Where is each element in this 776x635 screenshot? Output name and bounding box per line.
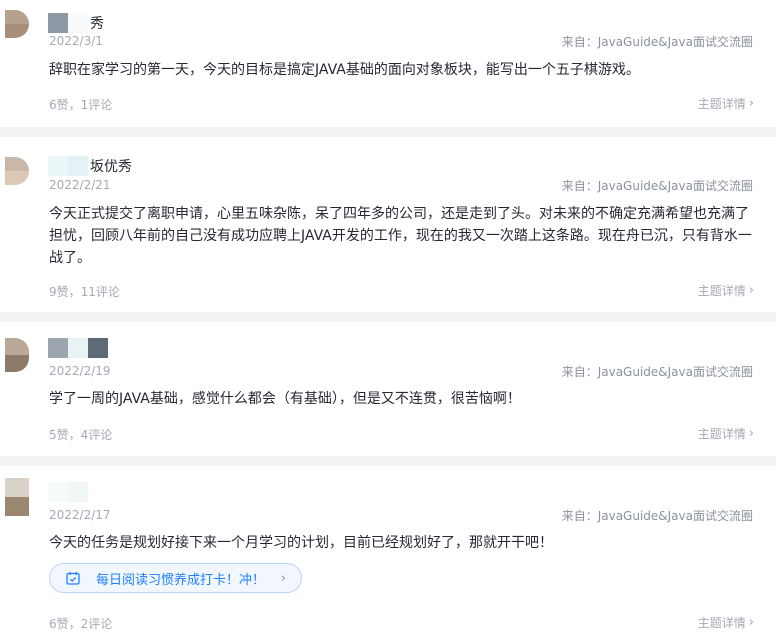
post-source[interactable]: 来自：JavaGuide&Java面试交流圈 <box>562 33 753 50</box>
post-source[interactable]: 来自：JavaGuide&Java面试交流圈 <box>562 177 753 194</box>
author-name-text: 坂优秀 <box>90 159 132 175</box>
post-content: 学了一周的JAVA基础，感觉什么都会（有基础），但是又不连贯，很苦恼啊！ <box>49 391 521 407</box>
post-date: 2022/2/19 <box>49 364 111 378</box>
topic-detail-label: 主题详情 <box>697 616 746 630</box>
topic-detail-link[interactable]: 主题详情 › <box>698 282 754 299</box>
post-content: 今天正式提交了离职申请，心里五味杂陈，呆了四年多的公司，还是走到了头。对未来的不… <box>49 206 752 266</box>
chevron-right-icon: › <box>748 426 754 441</box>
checkin-tag[interactable]: 每日阅读习惯养成打卡！冲！ › <box>49 563 302 593</box>
post-stats: 9赞，11评论 <box>49 285 120 299</box>
author-name[interactable] <box>48 482 90 502</box>
checkin-label: 每日阅读习惯养成打卡！冲！ <box>96 572 266 588</box>
post-source[interactable]: 来自：JavaGuide&Java面试交流圈 <box>562 363 753 380</box>
post-card: 2022/2/19 来自：JavaGuide&Java面试交流圈 学了一周的JA… <box>0 322 776 456</box>
chevron-right-icon: › <box>748 283 754 298</box>
post-card: 坂优秀 2022/2/21 来自：JavaGuide&Java面试交流圈 今天正… <box>0 137 776 312</box>
post-content: 辞职在家学习的第一天，今天的目标是搞定JAVA基础的面向对象板块，能写出一个五子… <box>49 62 640 78</box>
avatar[interactable] <box>5 10 29 38</box>
author-name-text: 秀 <box>90 16 104 32</box>
post-card: 2022/2/17 来自：JavaGuide&Java面试交流圈 今天的任务是规… <box>0 466 776 635</box>
post-stats: 6赞，2评论 <box>49 617 113 631</box>
post-date: 2022/2/17 <box>49 508 111 522</box>
chevron-right-icon: › <box>748 615 754 630</box>
topic-detail-link[interactable]: 主题详情 › <box>698 95 754 112</box>
avatar[interactable] <box>5 157 29 185</box>
topic-detail-label: 主题详情 <box>697 284 746 298</box>
author-name[interactable] <box>48 338 110 358</box>
post-card: 秀 2022/3/1 来自：JavaGuide&Java面试交流圈 辞职在家学习… <box>0 0 776 127</box>
post-divider <box>0 456 776 466</box>
author-name[interactable]: 坂优秀 <box>48 156 132 176</box>
topic-detail-link[interactable]: 主题详情 › <box>698 614 754 631</box>
topic-detail-label: 主题详情 <box>697 97 746 111</box>
chevron-right-icon: › <box>748 96 754 111</box>
topic-detail-link[interactable]: 主题详情 › <box>698 425 754 442</box>
chevron-right-icon: › <box>280 570 286 586</box>
post-stats: 5赞，4评论 <box>49 428 113 442</box>
topic-detail-label: 主题详情 <box>697 427 746 441</box>
post-date: 2022/3/1 <box>49 34 103 48</box>
post-source[interactable]: 来自：JavaGuide&Java面试交流圈 <box>562 507 753 524</box>
calendar-check-icon <box>66 572 80 585</box>
post-divider <box>0 312 776 322</box>
post-content: 今天的任务是规划好接下来一个月学习的计划，目前已经规划好了，那就开干吧！ <box>49 535 553 551</box>
post-divider <box>0 127 776 137</box>
post-date: 2022/2/21 <box>49 178 111 192</box>
author-name[interactable]: 秀 <box>48 13 104 33</box>
avatar[interactable] <box>5 478 29 516</box>
post-stats: 6赞，1评论 <box>49 98 113 112</box>
avatar[interactable] <box>5 338 29 372</box>
